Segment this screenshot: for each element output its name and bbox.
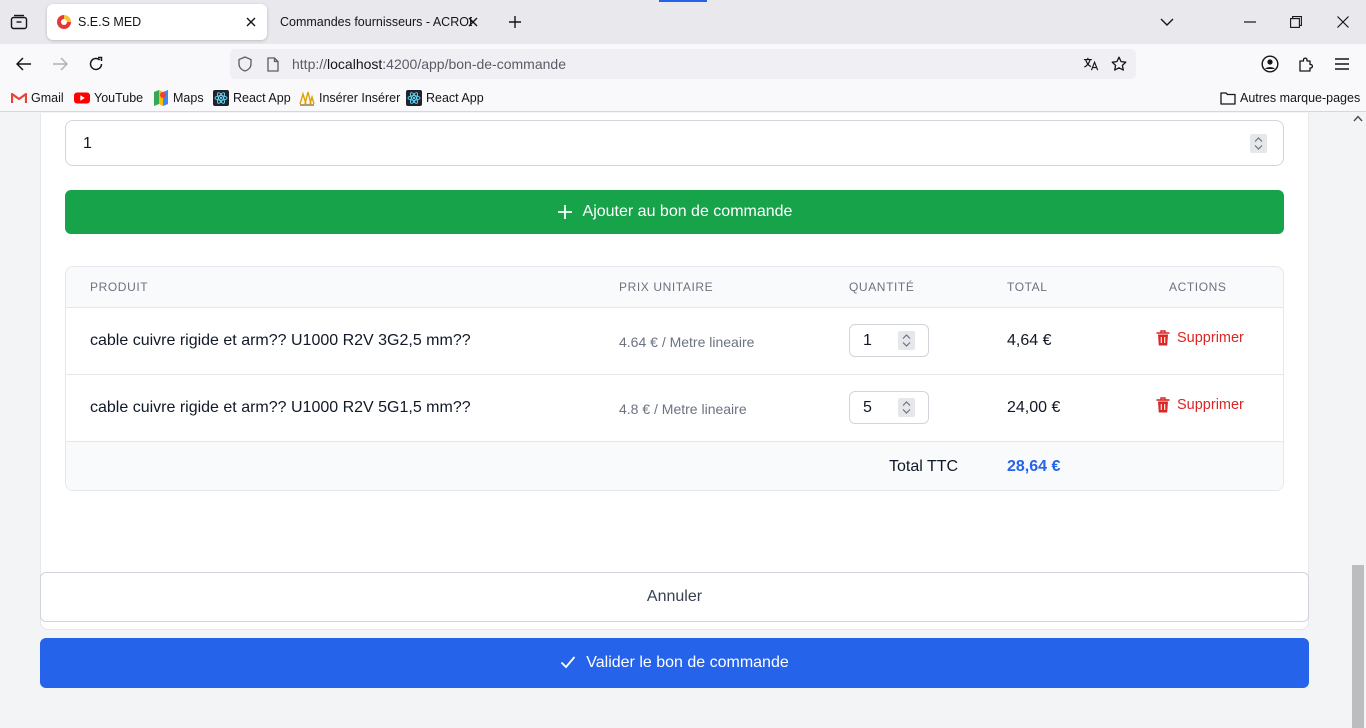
close-window-icon[interactable] [1333,12,1353,32]
unit-price: 4.64 € / Metre lineaire [619,334,755,350]
menu-icon[interactable] [1332,54,1352,74]
extensions-icon[interactable] [1296,54,1316,74]
cancel-label: Annuler [646,588,703,605]
tab-title: Commandes fournisseurs - ACROBAT [280,15,472,29]
row-quantity-stepper[interactable] [898,398,915,417]
bookmark-star-icon[interactable] [1111,56,1127,72]
table-row: cable cuivre rigide et arm?? U1000 R2V 3… [66,308,1283,375]
gmail-icon [11,90,27,106]
restore-icon[interactable] [1286,12,1306,32]
close-tab-icon[interactable] [465,14,481,30]
bookmark-gmail[interactable]: Gmail [11,90,64,106]
close-tab-icon[interactable] [243,14,259,30]
tab-list-icon[interactable] [8,11,30,33]
bookmark-react-app-2[interactable]: React App [406,90,484,106]
tab-commandes-fournisseurs[interactable]: Commandes fournisseurs - ACROBAT [272,4,487,40]
table-footer: Total TTC 28,64 € [66,442,1283,490]
quantity-value: 1 [83,135,92,152]
order-lines-table: PRODUIT PRIX UNITAIRE QUANTITÉ TOTAL ACT… [65,266,1284,491]
reload-icon[interactable] [86,54,106,74]
browser-nav-bar: http://localhost:4200/app/bon-de-command… [0,44,1366,84]
trash-icon [1156,330,1170,346]
product-name: cable cuivre rigide et arm?? U1000 R2V 5… [90,399,471,416]
page-scrollbar[interactable] [1350,113,1366,728]
page-info-icon[interactable] [265,56,281,72]
scrollbar-thumb[interactable] [1352,565,1364,728]
plus-icon [557,204,573,220]
header-total: TOTAL [1007,280,1048,294]
total-ttc-label: Total TTC [889,458,959,475]
tab-drag-indicator [659,0,707,2]
row-quantity-value: 1 [863,332,872,349]
bookmark-label: Autres marque-pages [1240,91,1361,105]
table-row: cable cuivre rigide et arm?? U1000 R2V 5… [66,375,1283,442]
line-total: 4,64 € [1007,332,1052,349]
validate-label: Valider le bon de commande [586,654,789,671]
browser-tab-bar: S.E.S MED Commandes fournisseurs - ACROB… [0,0,1366,44]
header-actions: ACTIONS [1169,280,1227,294]
shield-icon[interactable] [237,56,253,72]
bookmark-label: React App [233,91,291,105]
page-viewport: 1 Ajouter au bon de commande PRODUIT PRI… [0,113,1366,728]
delete-label: Supprimer [1177,397,1244,413]
product-name: cable cuivre rigide et arm?? U1000 R2V 3… [90,332,471,349]
header-unit-price: PRIX UNITAIRE [619,280,714,294]
unit-price: 4.8 € / Metre lineaire [619,401,747,417]
bookmark-react-app[interactable]: React App [213,90,291,106]
other-bookmarks[interactable]: Autres marque-pages [1220,90,1360,106]
line-total: 24,00 € [1007,399,1061,416]
trash-icon [1156,397,1170,413]
inserer-icon [299,90,315,106]
bookmarks-toolbar: Gmail YouTube Maps React App Insérer Ins… [0,84,1366,112]
bookmark-inserer[interactable]: Insérer Insérer [299,90,400,106]
scroll-up-chevron-icon[interactable] [1353,115,1363,125]
bookmark-label: React App [426,91,484,105]
list-all-tabs-chevron-icon[interactable] [1157,12,1177,32]
row-quantity-input[interactable]: 5 [849,391,929,424]
back-arrow-icon[interactable] [14,54,34,74]
ses-med-favicon-icon [56,14,72,30]
bookmark-label: Insérer Insérer [319,91,401,105]
add-button-label: Ajouter au bon de commande [582,203,793,220]
header-quantity: QUANTITÉ [849,280,915,294]
delete-label: Supprimer [1177,330,1244,346]
cancel-button[interactable]: Annuler [40,572,1309,622]
row-quantity-value: 5 [863,399,872,416]
react-icon [213,90,229,106]
folder-icon [1220,90,1236,106]
bookmark-label: Gmail [31,91,64,105]
bookmark-youtube[interactable]: YouTube [74,90,143,106]
tab-ses-med[interactable]: S.E.S MED [47,4,267,40]
account-icon[interactable] [1260,54,1280,74]
forward-arrow-icon[interactable] [50,54,70,74]
url-text[interactable]: http://localhost:4200/app/bon-de-command… [292,56,566,72]
delete-button[interactable]: Supprimer [1156,397,1244,413]
total-ttc-amount: 28,64 € [1007,458,1061,475]
bookmark-maps[interactable]: Maps [153,90,204,106]
bookmark-label: YouTube [94,91,144,105]
check-icon [560,655,576,671]
row-quantity-input[interactable]: 1 [849,324,929,357]
row-quantity-stepper[interactable] [898,331,915,350]
tab-title: S.E.S MED [78,15,142,29]
translate-icon[interactable] [1083,56,1099,72]
header-product: PRODUIT [90,280,149,294]
add-to-order-button[interactable]: Ajouter au bon de commande [65,190,1284,234]
minimize-icon[interactable] [1240,12,1260,32]
react-icon [406,90,422,106]
maps-icon [153,90,169,106]
bookmark-label: Maps [173,91,204,105]
table-header: PRODUIT PRIX UNITAIRE QUANTITÉ TOTAL ACT… [66,267,1283,308]
delete-button[interactable]: Supprimer [1156,330,1244,346]
quantity-stepper[interactable] [1250,134,1267,153]
quantity-input[interactable]: 1 [65,120,1284,166]
address-bar[interactable]: http://localhost:4200/app/bon-de-command… [230,49,1136,79]
youtube-icon [74,90,90,106]
new-tab-icon[interactable] [505,12,525,32]
validate-order-button[interactable]: Valider le bon de commande [40,638,1309,688]
